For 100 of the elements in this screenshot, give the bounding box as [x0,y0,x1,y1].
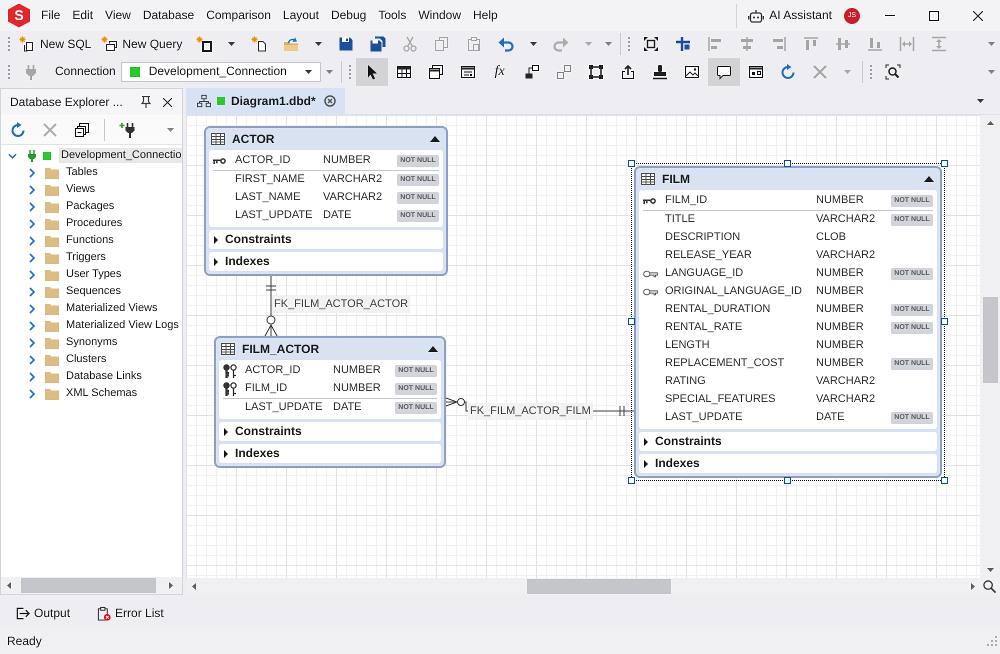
section-header[interactable]: Indexes [639,454,937,473]
pointer-tool-button[interactable] [356,58,388,86]
menu-item[interactable]: Edit [66,8,100,23]
tree-item[interactable]: Functions [64,233,116,248]
arrow-right-icon[interactable] [971,583,975,590]
resize-handle-icon[interactable] [784,477,791,484]
chevron-right-icon[interactable] [29,286,35,296]
tree-item[interactable]: Synonyms [64,335,120,350]
chevron-right-icon[interactable] [29,388,35,398]
arrow-down-icon[interactable] [986,568,994,572]
new-sql-button[interactable]: New SQL [15,32,98,56]
tree-item[interactable]: Tables [64,165,100,180]
arrow-left-icon[interactable] [192,583,196,590]
tree-item[interactable]: User Types [64,267,124,282]
scrollbar[interactable] [1,577,182,594]
menu-item[interactable]: Window [412,8,468,23]
tool-window-tab[interactable]: Error List [90,602,170,624]
tab-list-caret-icon[interactable] [977,99,984,103]
triangle-right-icon[interactable] [224,428,228,436]
section-header[interactable]: Constraints [639,432,937,451]
triangle-up-icon[interactable] [924,176,934,182]
close-tab-icon[interactable] [324,95,336,107]
toolbar-grip-icon[interactable] [870,64,872,78]
triangle-right-icon[interactable] [224,450,228,458]
resize-handle-icon[interactable] [941,318,948,325]
function-tool-button[interactable]: fx [484,58,516,86]
ai-assistant-button[interactable]: AI Assistant [745,6,835,25]
resize-handle-icon[interactable] [941,477,948,484]
chevron-down-icon[interactable] [8,152,16,158]
menu-item[interactable]: Help [467,8,504,23]
triangle-right-icon[interactable] [644,438,648,446]
dropdown-caret-icon[interactable] [530,42,538,46]
triangle-right-icon[interactable] [644,460,648,468]
section-header[interactable]: Constraints [209,230,443,249]
triangle-up-icon[interactable] [428,346,438,352]
chevron-right-icon[interactable] [29,372,35,382]
chevron-right-icon[interactable] [29,184,35,194]
resize-handle-icon[interactable] [784,160,791,167]
resize-handle-icon[interactable] [628,477,635,484]
chevron-right-icon[interactable] [29,218,35,228]
note-tool-button[interactable] [708,58,740,86]
tree-item[interactable]: Clusters [64,352,108,367]
column-type: NUMBER [816,321,865,335]
chevron-right-icon[interactable] [29,338,35,348]
tree-item[interactable]: Views [64,182,98,197]
tree-item[interactable]: Materialized Views [64,301,160,316]
tree-item[interactable]: Packages [64,199,116,214]
overflow-caret-icon[interactable] [167,128,174,132]
tree-item[interactable]: Database Links [64,369,144,384]
resize-handle-icon[interactable] [628,318,635,325]
chevron-right-icon[interactable] [29,252,35,262]
chevron-right-icon[interactable] [29,270,35,280]
triangle-right-icon[interactable] [214,236,218,244]
tool-window-tab[interactable]: Output [9,602,76,624]
chevron-right-icon[interactable] [29,236,35,246]
tree-item[interactable]: Triggers [64,250,108,265]
scrollbar-thumb[interactable] [982,297,998,383]
chevron-right-icon[interactable] [29,354,35,364]
dropdown-caret-icon[interactable] [228,42,236,46]
triangle-up-icon[interactable] [430,136,440,142]
resize-grip-icon[interactable] [987,636,997,646]
new-query-button[interactable]: New Query [97,32,188,56]
chevron-right-icon[interactable] [29,202,35,212]
dropdown-caret-icon[interactable] [315,42,322,46]
menu-item[interactable]: File [35,8,66,23]
menu-item[interactable]: View [99,8,137,23]
chevron-right-icon[interactable] [29,168,35,178]
tree-item[interactable]: Procedures [64,216,124,231]
menu-item[interactable]: Tools [372,8,412,23]
menu-item[interactable]: Layout [276,8,325,23]
scrollbar-thumb[interactable] [527,579,671,594]
menu-item[interactable]: Debug [324,8,372,23]
folder-icon [45,252,59,264]
toolbar-grip-icon[interactable] [628,37,630,51]
section-header[interactable]: Constraints [219,422,441,441]
section-header[interactable]: Indexes [209,252,443,271]
zoom-icon[interactable] [983,580,996,593]
arrow-left-icon[interactable] [7,582,11,589]
overflow-caret-icon[interactable] [605,42,612,46]
overflow-caret-icon[interactable] [326,70,333,74]
tree-item[interactable]: Development_Connectio [59,148,182,163]
arrow-up-icon[interactable] [986,121,994,125]
document-tab[interactable]: Diagram1.dbd* [186,88,345,114]
tree-item[interactable]: XML Schemas [64,386,140,401]
connection-dropdown[interactable]: Development_Connection [120,62,321,82]
toolbar-grip-icon[interactable] [348,64,351,78]
overflow-caret-icon[interactable] [988,70,995,74]
chevron-right-icon[interactable] [29,304,35,314]
triangle-right-icon[interactable] [214,258,218,266]
scrollbar-thumb[interactable] [21,578,156,593]
resize-handle-icon[interactable] [941,160,948,167]
menu-item[interactable]: Database [136,8,200,23]
arrow-right-icon[interactable] [169,582,173,589]
tree-item[interactable]: Sequences [64,284,124,299]
resize-handle-icon[interactable] [628,160,635,167]
tree-item[interactable]: Materialized View Logs [64,318,181,333]
overflow-caret-icon[interactable] [988,42,995,46]
menu-item[interactable]: Comparison [200,8,277,23]
section-header[interactable]: Indexes [219,444,441,463]
chevron-right-icon[interactable] [29,320,35,330]
